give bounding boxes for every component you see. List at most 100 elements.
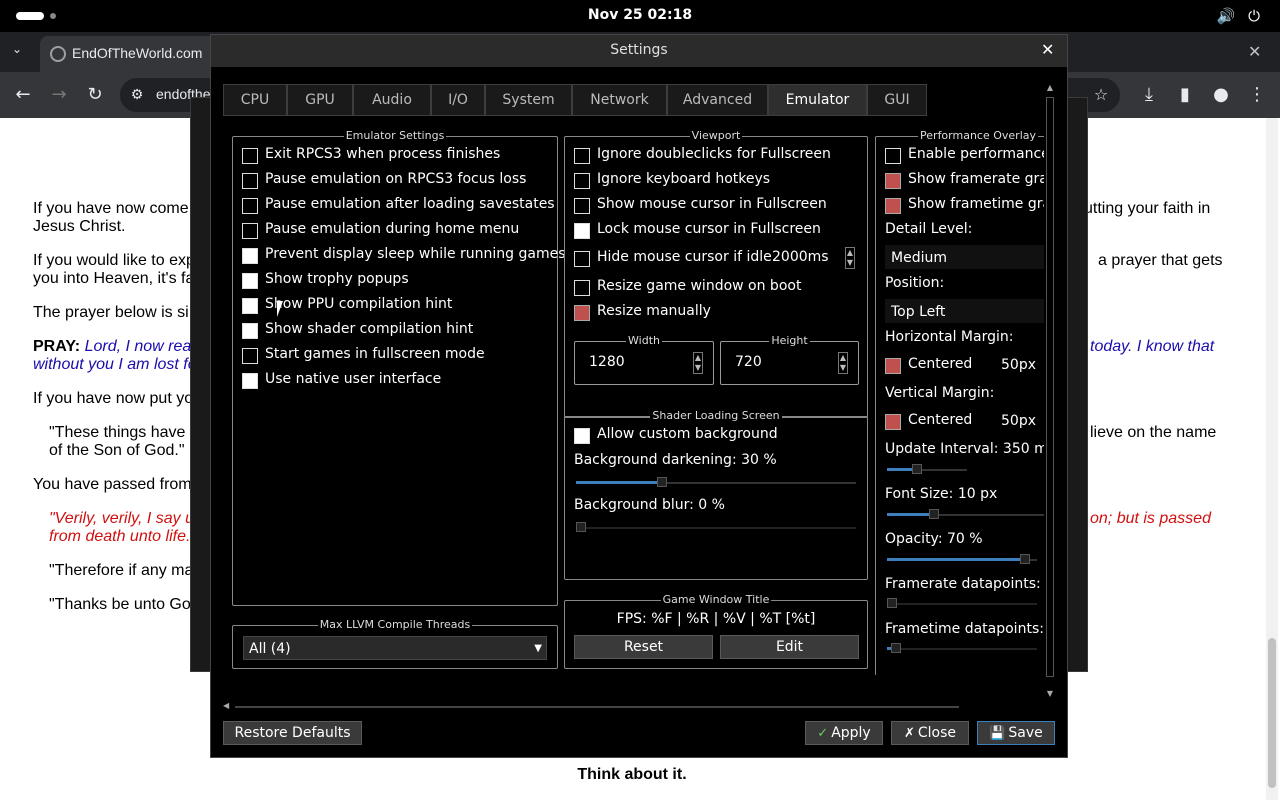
tab-gpu[interactable]: GPU <box>287 84 353 116</box>
restore-defaults-button[interactable]: Restore Defaults <box>223 721 362 745</box>
width-value[interactable]: 1280 <box>589 354 625 370</box>
checkbox-box[interactable] <box>242 198 258 214</box>
mouse-cursor-icon <box>277 301 283 317</box>
hmargin-value[interactable]: 50px <box>1001 357 1036 373</box>
checkbox-label: Show trophy popups <box>265 271 409 287</box>
scrollbar-thumb[interactable] <box>1268 638 1276 788</box>
checkbox-box[interactable] <box>574 198 590 214</box>
checkbox-box[interactable] <box>885 198 901 214</box>
slider-handle[interactable] <box>887 598 897 608</box>
checkbox-box[interactable] <box>242 348 258 364</box>
update-interval-slider[interactable] <box>887 464 967 476</box>
checkbox-box[interactable] <box>885 414 901 430</box>
tab-emulator[interactable]: Emulator <box>768 84 867 116</box>
height-value[interactable]: 720 <box>735 354 762 370</box>
checkbox-box[interactable] <box>242 248 258 264</box>
checkbox-box[interactable] <box>574 428 590 444</box>
checkbox-box[interactable] <box>242 223 258 239</box>
checkbox-box[interactable] <box>885 148 901 164</box>
checkbox-box[interactable] <box>574 305 590 321</box>
back-icon[interactable]: ← <box>12 84 34 106</box>
width-spinbox[interactable]: Width 1280 ▲ ▼ <box>574 334 714 385</box>
horizontal-scrollbar[interactable]: ◀ <box>223 701 1043 713</box>
framerate-datapoints-slider[interactable] <box>887 598 1037 610</box>
tab-list-chevron-icon[interactable]: ⌄ <box>12 42 22 56</box>
download-icon[interactable]: ⤓ <box>1138 84 1160 106</box>
slider-handle[interactable] <box>891 643 901 653</box>
save-button[interactable]: 💾 Save <box>977 721 1055 745</box>
scrollbar-thumb[interactable] <box>235 706 959 708</box>
scroll-down-icon[interactable]: ▼ <box>1044 689 1056 701</box>
power-icon[interactable]: ⏻ <box>1244 6 1264 26</box>
checkbox-box[interactable] <box>242 148 258 164</box>
window-close-icon[interactable]: ✕ <box>1248 42 1261 61</box>
spinner-arrows-icon[interactable]: ▲ ▼ <box>693 352 703 374</box>
activities-indicator[interactable] <box>16 12 44 20</box>
page-scrollbar[interactable] <box>1266 118 1278 800</box>
scroll-left-icon[interactable]: ◀ <box>223 701 229 710</box>
dialog-titlebar[interactable]: Settings ✕ <box>211 35 1067 67</box>
detail-level-label: Detail Level: <box>885 221 973 237</box>
workspace-dot[interactable] <box>50 13 56 19</box>
bookmark-star-icon[interactable]: ☆ <box>1090 84 1112 106</box>
tab-gui[interactable]: GUI <box>867 84 927 116</box>
detail-level-select[interactable]: Medium <box>885 245 1044 269</box>
checkbox-box[interactable] <box>242 373 258 389</box>
checkbox-box[interactable] <box>574 148 590 164</box>
side-panel-icon[interactable]: ▮ <box>1174 84 1196 106</box>
slider-handle[interactable] <box>1020 554 1030 564</box>
clock[interactable]: Nov 25 02:18 <box>540 7 740 23</box>
volume-icon[interactable]: 🔊 <box>1216 6 1236 26</box>
bg-darkening-slider[interactable] <box>576 477 856 489</box>
tab-io[interactable]: I/O <box>431 84 485 116</box>
checkbox-box[interactable] <box>574 251 590 267</box>
position-select[interactable]: Top Left <box>885 299 1044 323</box>
checkbox-box[interactable] <box>242 298 258 314</box>
slider-handle[interactable] <box>929 509 939 519</box>
bg-blur-slider[interactable] <box>576 522 856 534</box>
spinner-arrows-icon[interactable]: ▲ ▼ <box>838 352 848 374</box>
vmargin-value[interactable]: 50px <box>1001 413 1036 429</box>
idle-timeout-value[interactable]: 2000ms <box>772 249 829 265</box>
checkbox-label: Ignore doubleclicks for Fullscreen <box>597 146 831 162</box>
reset-button[interactable]: Reset <box>574 635 713 659</box>
font-size-slider[interactable] <box>887 509 1044 521</box>
menu-kebab-icon[interactable]: ⋮ <box>1246 84 1268 106</box>
edit-button[interactable]: Edit <box>720 635 859 659</box>
checkbox-box[interactable] <box>242 273 258 289</box>
height-spinbox[interactable]: Height 720 ▲ ▼ <box>720 334 859 385</box>
tab-cpu[interactable]: CPU <box>223 84 287 116</box>
tab-advanced[interactable]: Advanced <box>667 84 768 116</box>
opacity-slider[interactable] <box>887 554 1037 566</box>
checkbox-box[interactable] <box>885 173 901 189</box>
tab-audio[interactable]: Audio <box>353 84 431 116</box>
forward-icon[interactable]: → <box>48 84 70 106</box>
checkbox-box[interactable] <box>574 280 590 296</box>
paragraph: utting your faith in <box>1084 200 1211 217</box>
vertical-scrollbar[interactable]: ▲ ▼ <box>1044 83 1056 703</box>
checkbox-box[interactable] <box>885 358 901 374</box>
checkbox-label: Lock mouse cursor in Fullscreen <box>597 221 821 237</box>
close-icon[interactable]: ✕ <box>1041 40 1054 59</box>
checkbox-box[interactable] <box>242 323 258 339</box>
idle-timeout-spinner[interactable]: ▲ ▼ <box>845 247 855 269</box>
tab-system[interactable]: System <box>485 84 572 116</box>
profile-icon[interactable]: ● <box>1210 84 1232 106</box>
checkbox-box[interactable] <box>242 173 258 189</box>
reload-icon[interactable]: ↻ <box>84 84 106 106</box>
apply-button[interactable]: ✓ Apply <box>805 721 883 745</box>
checkbox-label: Ignore keyboard hotkeys <box>597 171 771 187</box>
slider-handle[interactable] <box>912 464 922 474</box>
site-info-icon[interactable]: ⚙ <box>126 84 148 106</box>
slider-handle[interactable] <box>576 522 586 532</box>
close-button[interactable]: ✗ Close <box>891 721 969 745</box>
checkbox-box[interactable] <box>574 223 590 239</box>
checkbox-box[interactable] <box>574 173 590 189</box>
slider-handle[interactable] <box>657 477 667 487</box>
tab-network[interactable]: Network <box>572 84 667 116</box>
frametime-datapoints-slider[interactable] <box>887 643 1037 655</box>
llvm-threads-select[interactable]: All (4) ▼ <box>243 636 547 660</box>
scroll-up-icon[interactable]: ▲ <box>1044 83 1056 95</box>
globe-icon <box>50 46 66 62</box>
scrollbar-thumb[interactable] <box>1046 97 1054 677</box>
